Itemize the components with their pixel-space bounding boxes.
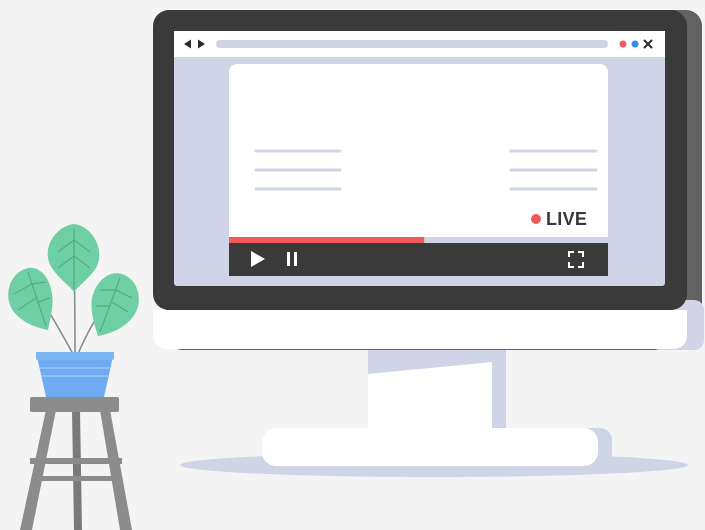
live-label: LIVE bbox=[546, 209, 588, 229]
illustration-scene bbox=[8, 10, 704, 530]
red-dot-icon[interactable] bbox=[619, 40, 627, 48]
progress-fill bbox=[229, 237, 425, 243]
leaf bbox=[91, 273, 139, 336]
potted-plant bbox=[8, 224, 139, 397]
address-bar[interactable] bbox=[216, 40, 608, 48]
live-dot-icon bbox=[531, 214, 541, 224]
blue-dot-icon[interactable] bbox=[631, 40, 639, 48]
monitor-stand bbox=[262, 348, 612, 466]
control-bar bbox=[229, 243, 608, 276]
stool bbox=[20, 397, 132, 530]
video-player bbox=[229, 64, 608, 276]
